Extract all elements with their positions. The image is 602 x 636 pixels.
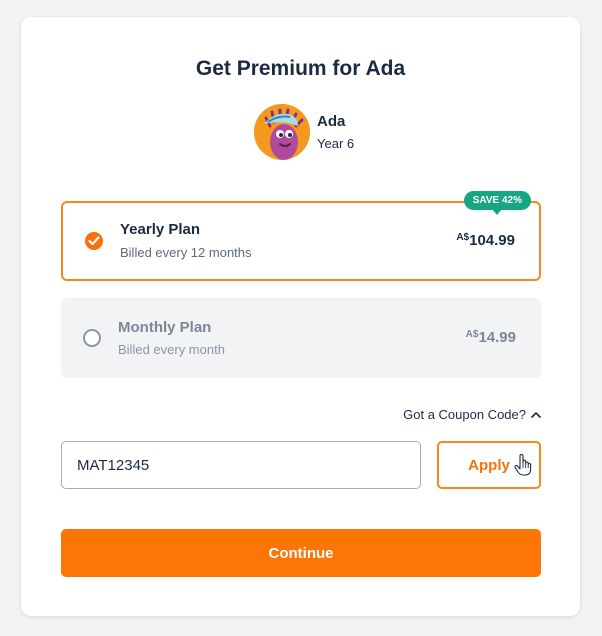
- plan-name: Yearly Plan: [120, 221, 201, 238]
- coupon-code-input[interactable]: [61, 441, 421, 489]
- coupon-toggle-label: Got a Coupon Code?: [403, 407, 526, 422]
- plan-name: Monthly Plan: [118, 319, 212, 336]
- hand-cursor-icon: [514, 453, 532, 481]
- price-amount: 104.99: [469, 232, 515, 249]
- plan-billing: Billed every 12 months: [120, 245, 252, 260]
- child-name: Ada: [317, 113, 346, 130]
- chevron-up-icon: [531, 406, 541, 421]
- price-currency: A$: [465, 329, 479, 340]
- save-badge: SAVE 42%: [463, 191, 531, 215]
- plan-price: A$104.99: [456, 232, 515, 250]
- radio-empty-icon[interactable]: [83, 329, 101, 347]
- price-amount: 14.99: [478, 329, 516, 346]
- radio-checked-icon[interactable]: [85, 232, 103, 250]
- plan-billing: Billed every month: [118, 342, 225, 357]
- child-year: Year 6: [317, 136, 355, 151]
- price-currency: A$: [456, 232, 470, 243]
- continue-button[interactable]: Continue: [61, 529, 541, 577]
- plan-option-monthly[interactable]: Monthly Plan Billed every month A$14.99: [61, 298, 541, 378]
- plan-price: A$14.99: [466, 329, 516, 347]
- coupon-toggle[interactable]: Got a Coupon Code?: [403, 406, 541, 422]
- character-avatar-icon: [254, 104, 310, 160]
- plan-option-yearly[interactable]: SAVE 42% Yearly Plan Billed every 12 mon…: [61, 191, 541, 281]
- dialog-title: Get Premium for Ada: [195, 57, 406, 80]
- premium-dialog: Get Premium for Ada Ada Year 6 SAVE 42% …: [21, 17, 580, 616]
